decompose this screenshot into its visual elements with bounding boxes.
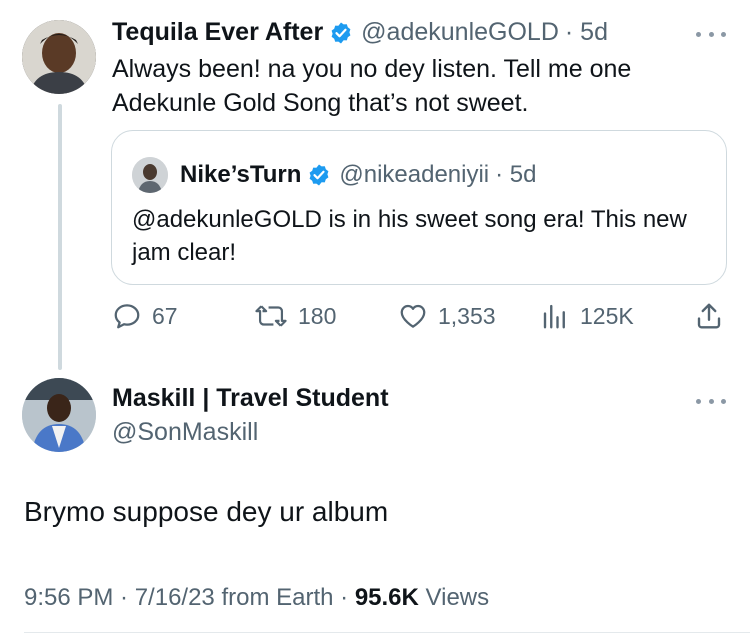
thread-connector-line bbox=[58, 104, 62, 370]
quoted-tweet-age: · 5d bbox=[495, 161, 537, 188]
views-count: 125K bbox=[580, 302, 634, 329]
quoted-author-avatar bbox=[132, 157, 168, 193]
reply-views-label: Views bbox=[425, 584, 490, 611]
divider bbox=[24, 632, 750, 633]
views-chart-icon bbox=[543, 304, 565, 329]
like-count: 1,353 bbox=[438, 302, 496, 329]
reply-meta: 9:56 PM · 7/16/23 from Earth · 95.6K Vie… bbox=[24, 584, 489, 612]
reply-count: 67 bbox=[152, 302, 178, 329]
reply-icon bbox=[114, 304, 140, 329]
quoted-tweet-text: @adekunleGOLD is in his sweet song era! … bbox=[132, 206, 687, 266]
views-button[interactable]: 125K bbox=[540, 296, 634, 336]
author-avatar[interactable] bbox=[22, 20, 96, 94]
more-icon[interactable] bbox=[696, 396, 726, 406]
reply-button[interactable]: 67 bbox=[112, 296, 178, 336]
author-handle[interactable]: @adekunleGOLD bbox=[361, 18, 559, 47]
heart-icon bbox=[400, 304, 426, 328]
retweet-button[interactable]: 180 bbox=[254, 296, 336, 336]
reply-timestamp[interactable]: 9:56 PM · 7/16/23 from Earth · bbox=[24, 584, 348, 611]
quoted-author-handle: @nikeadeniyii bbox=[339, 161, 490, 188]
verified-badge-icon bbox=[329, 21, 353, 45]
more-icon[interactable] bbox=[696, 29, 726, 39]
quoted-author-name: Nike’sTurn bbox=[180, 161, 302, 188]
quoted-tweet-header: Nike’sTurn @nikeadeniyii · 5d bbox=[132, 157, 537, 193]
reply-author-handle[interactable]: @SonMaskill bbox=[112, 418, 258, 447]
quoted-tweet[interactable]: Nike’sTurn @nikeadeniyii · 5d @adekunleG… bbox=[111, 130, 727, 285]
share-icon bbox=[697, 303, 721, 329]
tweet-actions-bar: 67 180 1,353 125K bbox=[112, 296, 728, 336]
tweet-age[interactable]: · 5d bbox=[565, 18, 608, 47]
reply-views-count: 95.6K bbox=[354, 584, 419, 611]
tweet-text: Always been! na you no dey listen. Tell … bbox=[112, 55, 632, 117]
retweet-count: 180 bbox=[298, 302, 337, 329]
tweet-header: Tequila Ever After @adekunleGOLD · 5d bbox=[112, 18, 608, 47]
reply-author-name[interactable]: Maskill | Travel Student bbox=[112, 384, 389, 413]
author-name[interactable]: Tequila Ever After bbox=[112, 18, 323, 47]
share-button[interactable] bbox=[694, 296, 734, 336]
verified-badge-icon bbox=[307, 163, 331, 187]
retweet-icon bbox=[255, 305, 287, 327]
reply-author-avatar[interactable] bbox=[22, 378, 96, 452]
reply-text: Brymo suppose dey ur album bbox=[24, 496, 389, 527]
like-button[interactable]: 1,353 bbox=[398, 296, 496, 336]
